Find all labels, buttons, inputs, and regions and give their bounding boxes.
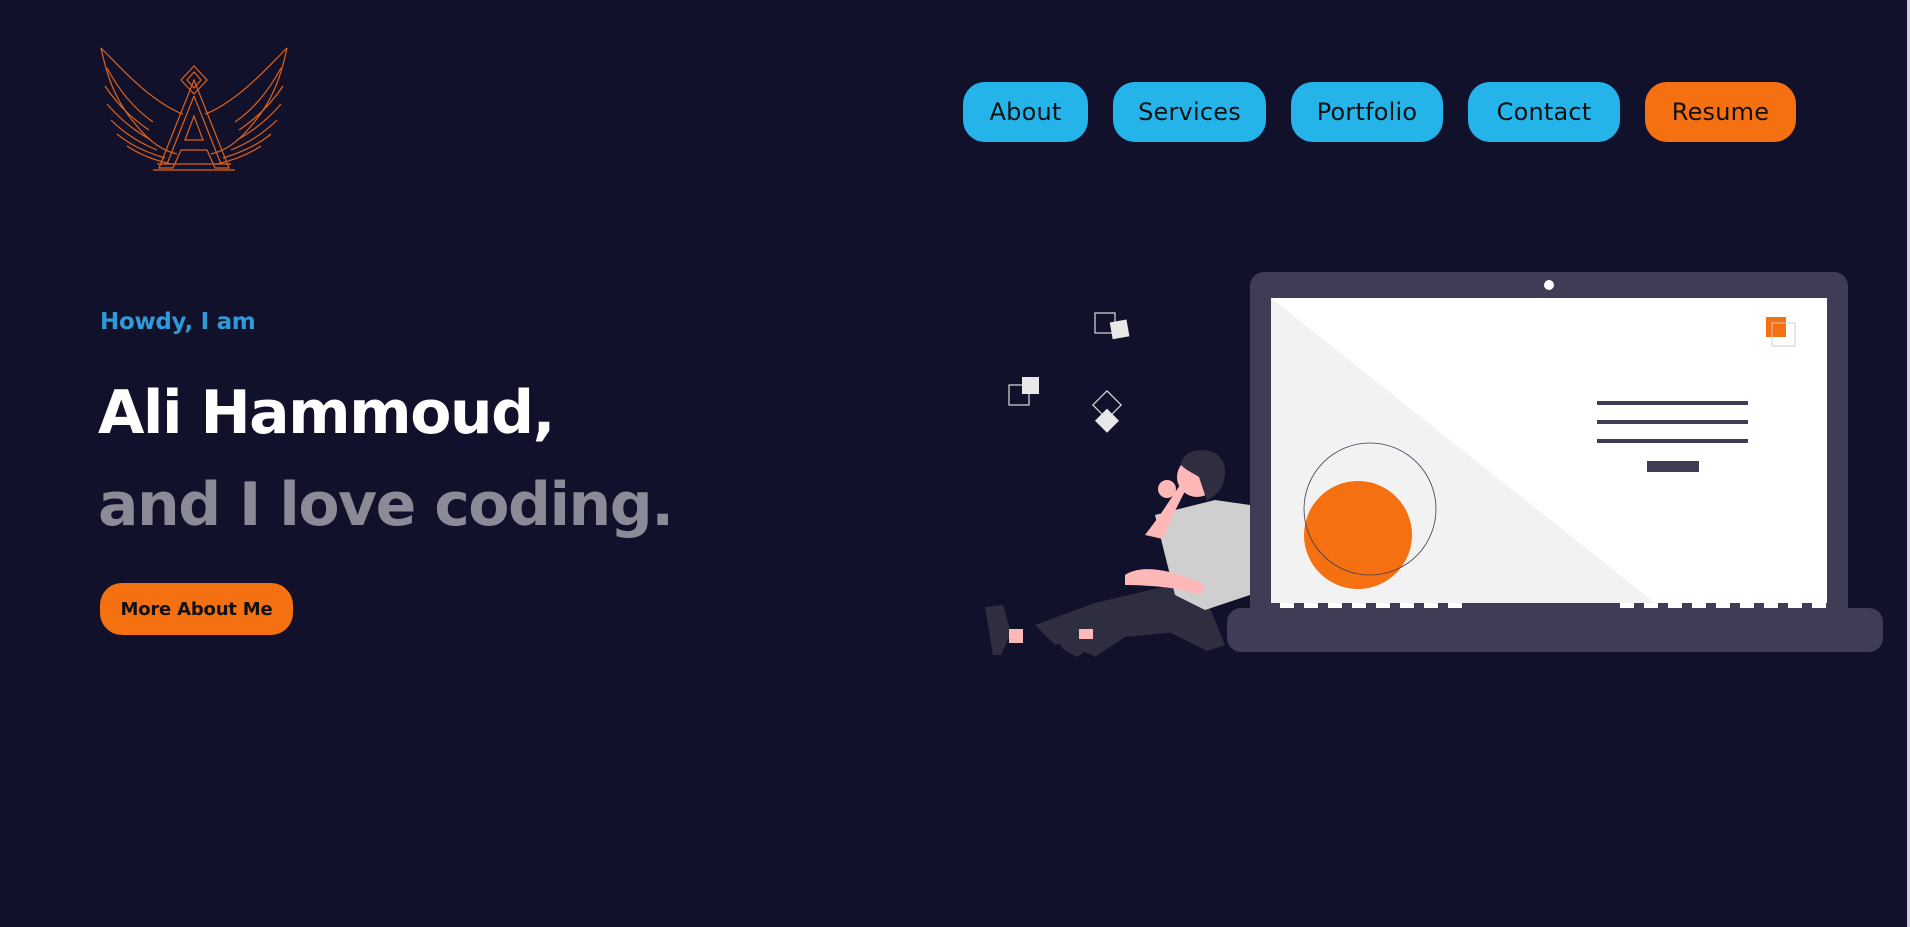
- nav-resume-button[interactable]: Resume: [1645, 82, 1796, 142]
- winged-a-logo-icon[interactable]: [97, 46, 291, 174]
- nav-services-button[interactable]: Services: [1113, 82, 1266, 142]
- screen-button-shape: [1647, 461, 1699, 472]
- float-square-filled-2: [1022, 377, 1039, 394]
- float-square-filled-1: [1109, 319, 1130, 340]
- hero-tagline: and I love coding.: [98, 470, 674, 540]
- more-about-me-button[interactable]: More About Me: [100, 583, 293, 635]
- hero-greeting: Howdy, I am: [100, 309, 256, 335]
- person-figure: [985, 449, 1250, 657]
- laptop-camera: [1544, 280, 1554, 290]
- hero-name: Ali Hammoud,: [98, 378, 555, 448]
- nav-about-button[interactable]: About: [963, 82, 1088, 142]
- screen-line-2: [1597, 420, 1748, 424]
- screen-line-1: [1597, 401, 1748, 405]
- screen-line-3: [1597, 439, 1748, 443]
- nav-portfolio-button[interactable]: Portfolio: [1291, 82, 1443, 142]
- main-nav: About Services Portfolio Contact Resume: [963, 82, 1796, 142]
- screen-orange-circle: [1304, 481, 1412, 589]
- float-square-filled-3: [1094, 408, 1120, 433]
- screen-orange-square: [1766, 317, 1786, 337]
- page: About Services Portfolio Contact Resume …: [0, 0, 1910, 927]
- person-with-laptop-illustration-icon: [985, 272, 1883, 657]
- laptop-base: [1227, 608, 1883, 652]
- nav-contact-button[interactable]: Contact: [1468, 82, 1620, 142]
